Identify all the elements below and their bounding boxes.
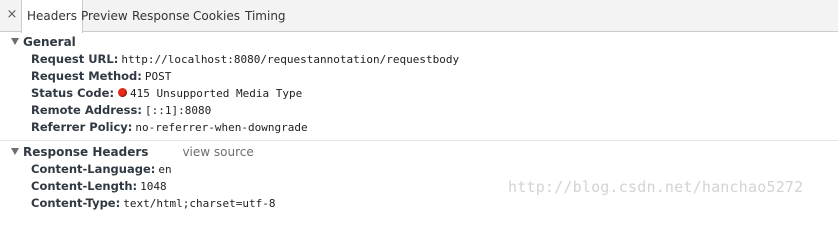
general-section-header[interactable]: General xyxy=(11,33,76,51)
header-key: Content-Length: xyxy=(31,179,138,193)
header-value[interactable]: no-referrer-when-downgrade xyxy=(135,121,307,134)
header-key: Request Method: xyxy=(31,69,142,83)
watermark: http://blog.csdn.net/hanchao5272 xyxy=(508,178,804,196)
header-value[interactable]: en xyxy=(158,163,171,176)
header-key: Request URL: xyxy=(31,52,119,66)
general-section-title: General xyxy=(23,35,76,49)
request-url-row: Request URL: http://localhost:8080/reques… xyxy=(31,51,459,68)
content-language-row: Content-Language: en xyxy=(31,161,172,178)
header-key: Referrer Policy: xyxy=(31,120,133,134)
tab-preview[interactable]: Preview xyxy=(81,0,128,32)
response-headers-title: Response Headers xyxy=(23,145,149,159)
devtools-network-panel: × Headers Preview Response Cookies Timin… xyxy=(0,0,838,210)
section-divider xyxy=(0,140,838,141)
referrer-policy-row: Referrer Policy: no-referrer-when-downgra… xyxy=(31,119,308,136)
header-key: Remote Address: xyxy=(31,103,142,117)
header-value[interactable]: 415 Unsupported Media Type xyxy=(130,87,302,100)
header-key: Content-Type: xyxy=(31,196,121,210)
expand-triangle-icon[interactable] xyxy=(11,148,19,155)
status-error-icon xyxy=(118,88,128,97)
header-key: Status Code: xyxy=(31,86,115,100)
response-headers-section-header[interactable]: Response Headers view source xyxy=(11,143,254,161)
header-key: Content-Language: xyxy=(31,162,156,176)
header-value[interactable]: http://localhost:8080/requestannotation/… xyxy=(121,53,459,66)
tab-bar: × Headers Preview Response Cookies Timin… xyxy=(0,0,838,33)
header-value[interactable]: 1048 xyxy=(140,180,167,193)
request-method-row: Request Method: POST xyxy=(31,68,171,85)
tab-timing[interactable]: Timing xyxy=(245,0,286,32)
header-value[interactable]: text/html;charset=utf-8 xyxy=(123,197,275,210)
status-code-row: Status Code: 415 Unsupported Media Type xyxy=(31,85,302,102)
tab-cookies[interactable]: Cookies xyxy=(193,0,240,32)
content-length-row: Content-Length: 1048 xyxy=(31,178,167,195)
header-value[interactable]: POST xyxy=(145,70,172,83)
remote-address-row: Remote Address: [::1]:8080 xyxy=(31,102,211,119)
close-icon[interactable]: × xyxy=(5,8,19,22)
content-type-row: Content-Type: text/html;charset=utf-8 xyxy=(31,195,276,210)
expand-triangle-icon[interactable] xyxy=(11,38,19,45)
tab-response[interactable]: Response xyxy=(132,0,190,32)
tab-headers[interactable]: Headers xyxy=(21,0,83,33)
view-source-link[interactable]: view source xyxy=(182,145,253,159)
header-value[interactable]: [::1]:8080 xyxy=(145,104,211,117)
